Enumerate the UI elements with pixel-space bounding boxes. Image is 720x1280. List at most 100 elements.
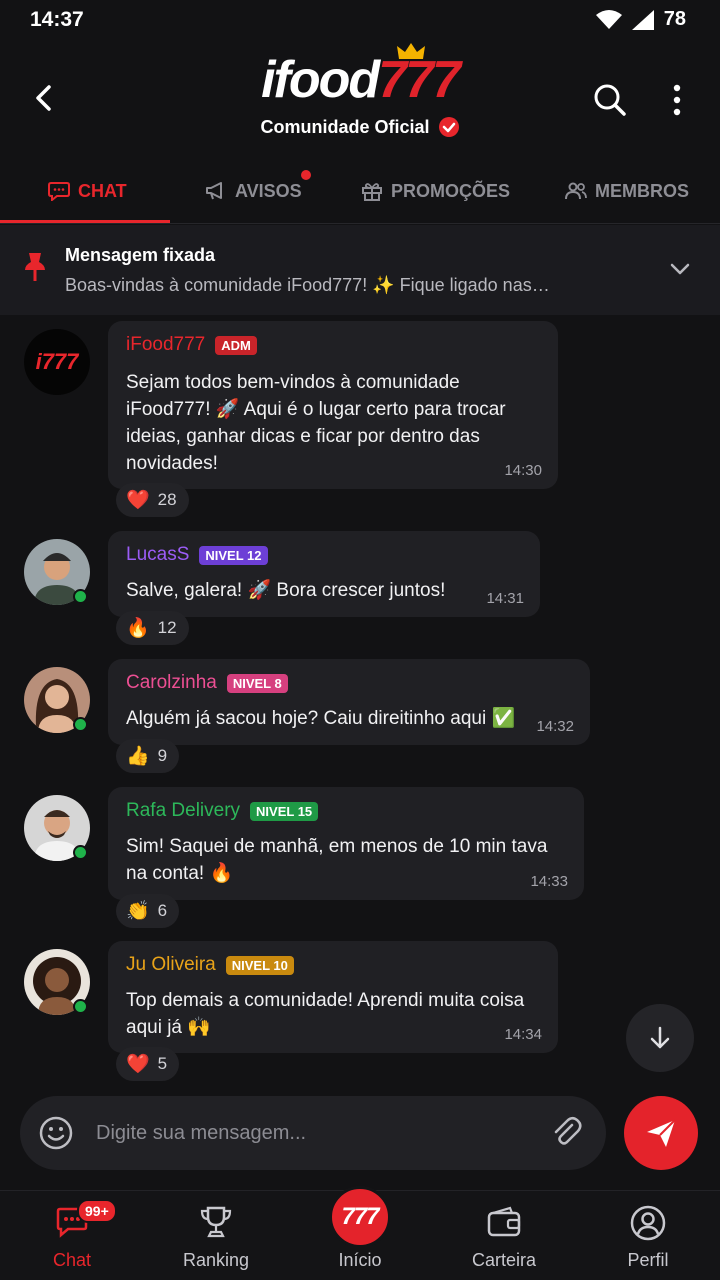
message-text: Sejam todos bem-vindos à comunidade iFoo… xyxy=(126,372,506,474)
home-777-text: 777 xyxy=(341,1203,379,1230)
role-badge: ADM xyxy=(215,335,257,355)
members-icon xyxy=(565,182,587,200)
reaction-count: 12 xyxy=(157,618,177,637)
message-time: 14:33 xyxy=(530,873,568,890)
reaction-chip[interactable]: ❤️ 28 xyxy=(116,483,189,517)
send-icon xyxy=(647,1119,676,1147)
clapping-emoji: 👏 xyxy=(126,901,150,922)
more-options-icon[interactable] xyxy=(664,80,690,120)
pinned-title: Mensagem fixada xyxy=(65,245,216,265)
message-bubble[interactable]: iFood777 ADM Sejam todos bem-vindos à co… xyxy=(108,321,558,489)
message-text: Sim! Saquei de manhã, em menos de 10 min… xyxy=(126,836,548,884)
status-time: 14:37 xyxy=(30,8,84,31)
avatar[interactable]: i777 xyxy=(24,329,90,395)
level-badge: NIVEL 12 xyxy=(199,545,268,565)
app-header: ifood777 Comunidade Oficial xyxy=(0,40,720,160)
level-badge: NIVEL 10 xyxy=(225,955,294,975)
home-777-button[interactable]: 777 xyxy=(329,1186,391,1248)
nav-ranking[interactable]: Ranking xyxy=(144,1191,288,1280)
gift-icon xyxy=(362,183,382,201)
pin-icon xyxy=(25,253,45,281)
pinned-message[interactable]: Mensagem fixada Boas-vindas à comunidade… xyxy=(0,225,720,315)
reaction-count: 9 xyxy=(157,746,168,765)
nav-ranking-label: Ranking xyxy=(182,1250,250,1270)
active-tab-indicator xyxy=(0,220,170,223)
reaction-chip[interactable]: 👏 6 xyxy=(116,894,180,928)
nav-inicio-label: Início xyxy=(338,1250,382,1270)
reaction-count: 28 xyxy=(157,490,177,509)
message-bubble[interactable]: LucasS NIVEL 12 Salve, galera! 🚀 Bora cr… xyxy=(108,531,540,617)
message-time: 14:34 xyxy=(504,1026,542,1043)
nav-carteira[interactable]: Carteira xyxy=(432,1191,576,1280)
thumbs-up-emoji: 👍 xyxy=(126,746,150,767)
tab-promocoes-label: PROMOÇÕES xyxy=(391,180,511,201)
avatar-logo-text: i777 xyxy=(35,349,79,374)
tab-membros-label: MEMBROS xyxy=(595,180,689,201)
arrow-down-icon xyxy=(650,1026,670,1049)
tab-avisos-label: AVISOS xyxy=(235,180,302,201)
unread-badge: 99+ xyxy=(77,1199,117,1223)
nav-chat[interactable]: 99+ Chat xyxy=(0,1191,144,1280)
sender-name[interactable]: Ju Oliveira xyxy=(126,954,216,976)
reaction-chip[interactable]: 🔥 12 xyxy=(116,611,189,645)
attachment-icon[interactable] xyxy=(550,1116,584,1150)
reaction-chip[interactable]: ❤️ 5 xyxy=(116,1047,180,1081)
tab-promocoes[interactable]: PROMOÇÕES xyxy=(361,160,510,222)
subtitle-text: Comunidade Oficial xyxy=(260,116,430,137)
search-icon[interactable] xyxy=(590,80,630,120)
online-indicator xyxy=(73,589,88,604)
send-button[interactable] xyxy=(624,1096,698,1170)
message-time: 14:31 xyxy=(486,590,524,607)
fire-emoji: 🔥 xyxy=(126,618,150,639)
scroll-to-bottom-button[interactable] xyxy=(626,1004,694,1072)
trophy-icon xyxy=(200,1206,232,1238)
message-bubble[interactable]: Carolzinha NIVEL 8 Alguém já sacou hoje?… xyxy=(108,659,590,745)
message-composer xyxy=(20,1096,606,1170)
sender-name[interactable]: iFood777 xyxy=(126,334,205,356)
signal-icon xyxy=(631,9,654,30)
tab-avisos[interactable]: AVISOS xyxy=(205,160,311,222)
online-indicator xyxy=(73,999,88,1014)
message-time: 14:30 xyxy=(504,462,542,479)
megaphone-icon xyxy=(206,182,222,200)
level-badge: NIVEL 8 xyxy=(226,673,288,693)
profile-icon xyxy=(630,1205,666,1241)
reaction-count: 5 xyxy=(157,1054,168,1073)
message-text: Alguém já sacou hoje? Caiu direitinho aq… xyxy=(126,708,516,729)
wifi-icon xyxy=(595,9,622,29)
nav-carteira-label: Carteira xyxy=(471,1250,537,1270)
reaction-count: 6 xyxy=(157,901,168,920)
online-indicator xyxy=(73,717,88,732)
tab-bar: CHAT AVISOS PROMOÇÕES MEMBROS xyxy=(0,160,720,224)
level-badge: NIVEL 15 xyxy=(250,801,319,821)
sender-name[interactable]: LucasS xyxy=(126,544,189,566)
tab-membros[interactable]: MEMBROS xyxy=(565,160,689,222)
wallet-icon xyxy=(487,1206,521,1237)
tab-chat-label: CHAT xyxy=(78,180,127,201)
sender-name[interactable]: Rafa Delivery xyxy=(126,800,240,822)
message-bubble[interactable]: Rafa Delivery NIVEL 15 Sim! Saquei de ma… xyxy=(108,787,584,900)
unread-dot xyxy=(301,170,311,180)
tab-chat[interactable]: CHAT xyxy=(48,160,127,222)
sender-name[interactable]: Carolzinha xyxy=(126,672,217,694)
message-input[interactable] xyxy=(96,1096,536,1170)
message-time: 14:32 xyxy=(536,718,574,735)
heart-emoji: ❤️ xyxy=(126,490,150,511)
battery-level: 78 xyxy=(663,8,686,30)
online-indicator xyxy=(73,845,88,860)
logo-text-ifood: ifood xyxy=(261,51,380,109)
message-text: Salve, galera! 🚀 Bora crescer juntos! xyxy=(126,580,446,601)
pinned-text: Boas-vindas à comunidade iFood777! ✨ Fiq… xyxy=(65,275,550,295)
message-text: Top demais a comunidade! Aprendi muita c… xyxy=(126,990,525,1038)
status-bar: 14:37 78 xyxy=(0,0,720,40)
nav-perfil[interactable]: Perfil xyxy=(576,1191,720,1280)
verified-icon xyxy=(438,117,459,137)
emoji-icon[interactable] xyxy=(38,1115,74,1151)
chevron-down-icon[interactable] xyxy=(668,257,692,281)
reaction-chip[interactable]: 👍 9 xyxy=(116,739,180,773)
crown-icon xyxy=(396,43,425,59)
message-bubble[interactable]: Ju Oliveira NIVEL 10 Top demais a comuni… xyxy=(108,941,558,1053)
status-icons: 78 xyxy=(595,8,686,31)
chat-bubble-icon xyxy=(48,182,70,201)
heart-emoji: ❤️ xyxy=(126,1054,150,1075)
